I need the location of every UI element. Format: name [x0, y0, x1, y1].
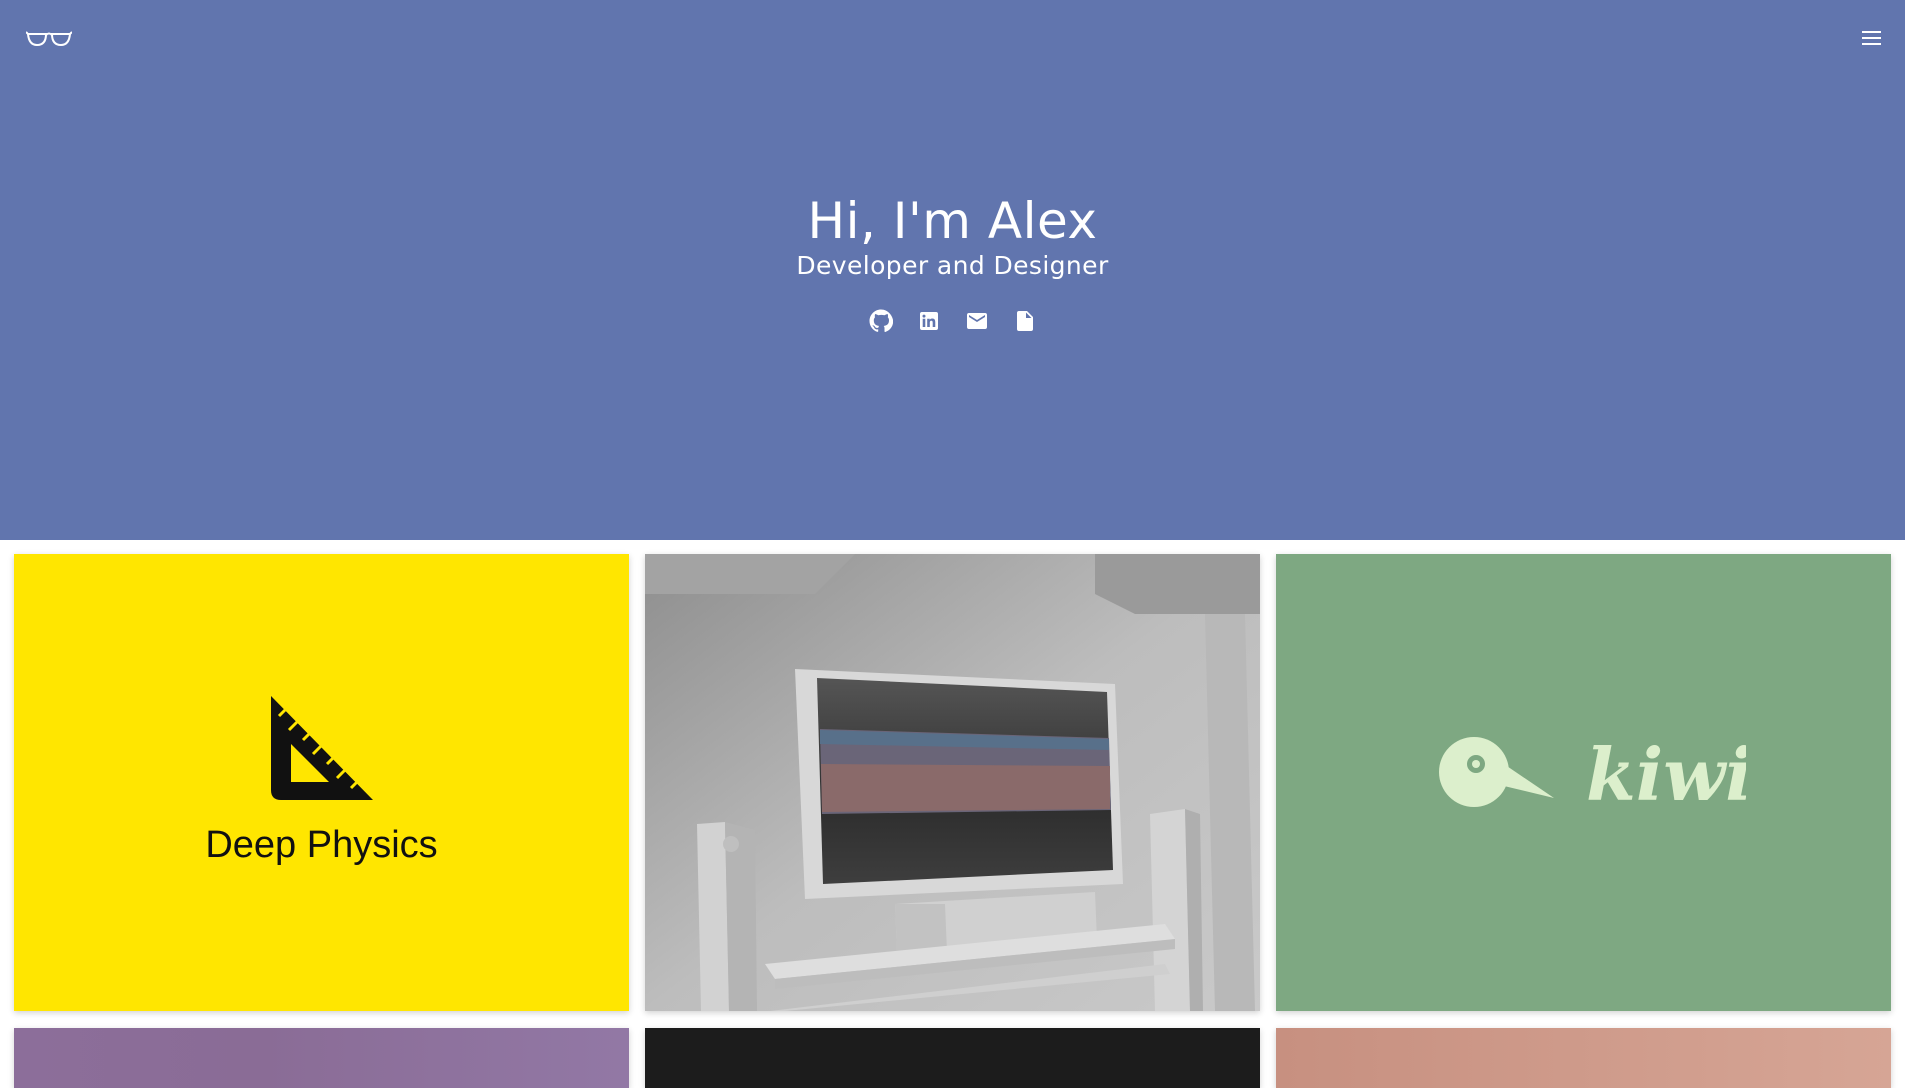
project-card-room-render[interactable] [645, 554, 1260, 1011]
github-icon[interactable] [868, 308, 894, 334]
hamburger-menu-icon[interactable] [1861, 28, 1883, 48]
project-title: Deep Physics [205, 824, 438, 866]
set-square-ruler-icon [271, 696, 373, 800]
hero-header: Hi, I'm Alex Developer and Designer [0, 0, 1905, 540]
email-icon[interactable] [964, 308, 990, 334]
project-card-4[interactable] [14, 1028, 629, 1088]
project-card-6[interactable] [1276, 1028, 1891, 1088]
glasses-icon[interactable] [25, 28, 73, 48]
project-card-kiwi[interactable]: kiwi [1276, 554, 1891, 1011]
project-card-deep-physics[interactable]: Deep Physics [14, 554, 629, 1011]
document-icon[interactable] [1012, 308, 1038, 334]
kiwi-bird-icon [1439, 737, 1554, 807]
linkedin-icon[interactable] [916, 308, 942, 334]
social-links [0, 308, 1905, 334]
kiwi-logo: kiwi [1439, 732, 1746, 817]
projects-grid: Deep Physics kiwi [14, 554, 1891, 1088]
room-render-image [645, 554, 1260, 1011]
project-card-5[interactable] [645, 1028, 1260, 1088]
kiwi-logo-text: kiwi [1586, 732, 1746, 817]
hero-title: Hi, I'm Alex [807, 192, 1098, 250]
hero-subtitle: Developer and Designer [796, 251, 1109, 280]
